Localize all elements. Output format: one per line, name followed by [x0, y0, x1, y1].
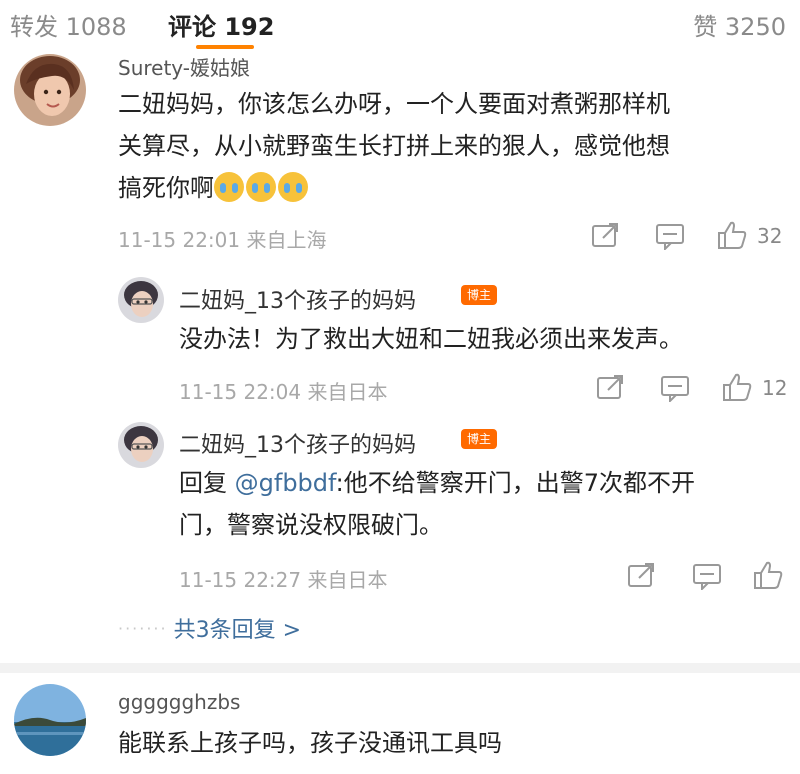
tab-comments[interactable]: 评论 192 — [168, 7, 274, 42]
comment-text-line: 关算尽，从小就野蛮生长打拼上来的狠人，感觉他想 — [118, 132, 670, 160]
comment-icon[interactable] — [655, 222, 685, 254]
avatar[interactable] — [118, 422, 164, 468]
divider — [0, 663, 800, 673]
comment-text: 能联系上孩子吗，孩子没通讯工具吗 — [118, 729, 502, 757]
comment-username[interactable]: gggggghzbs — [118, 690, 240, 714]
comment-text: 二妞妈妈，你该怎么办呀，一个人要面对煮粥那样机 关算尽，从小就野蛮生长打拼上来的… — [118, 83, 778, 209]
avatar[interactable] — [14, 54, 86, 126]
comment-username[interactable]: Surety-媛姑娘 — [118, 52, 250, 81]
reply-username[interactable]: 二妞妈_13个孩子的妈妈 — [179, 283, 416, 315]
comment-text-part: 搞死你啊 — [118, 174, 214, 202]
tab-forward[interactable]: 转发 1088 — [10, 7, 127, 42]
author-badge: 博主 — [461, 429, 497, 449]
comment-tabs: 转发 1088 评论 192 赞 3250 — [0, 0, 800, 50]
reply-meta: 11-15 22:04 来自日本 — [179, 380, 388, 404]
comment-icon[interactable] — [692, 562, 722, 594]
share-icon[interactable] — [627, 562, 657, 594]
comment-meta: 11-15 22:01 来自上海 — [118, 228, 327, 252]
author-badge: 博主 — [461, 285, 497, 305]
dots-icon: ······· — [118, 619, 168, 638]
like-icon[interactable] — [721, 372, 753, 406]
reply-text: 没办法！为了救出大妞和二妞我必须出来发声。 — [179, 325, 683, 353]
crying-emoji-icon — [214, 172, 244, 202]
comment-icon[interactable] — [660, 374, 690, 406]
comment-text-line: 二妞妈妈，你该怎么办呀，一个人要面对煮粥那样机 — [118, 90, 670, 118]
mention-link[interactable]: @gfbbdf — [235, 469, 336, 497]
more-replies-label: 共3条回复 > — [173, 618, 302, 643]
share-icon[interactable] — [591, 222, 621, 254]
like-count: 12 — [762, 376, 788, 400]
more-replies-link[interactable]: ······· 共3条回复 > — [118, 612, 301, 644]
reply-prefix: 回复 — [179, 469, 235, 497]
like-icon[interactable] — [752, 560, 784, 594]
crying-emoji-icon — [278, 172, 308, 202]
like-icon[interactable] — [716, 220, 748, 254]
share-icon[interactable] — [596, 374, 626, 406]
comment-text-line: 搞死你啊 — [118, 167, 778, 209]
crying-emoji-icon — [246, 172, 276, 202]
like-count: 32 — [757, 224, 783, 248]
reply-text-line: 回复 @gfbbdf:他不给警察开门，出警7次都不开 — [179, 462, 779, 504]
reply-username[interactable]: 二妞妈_13个孩子的妈妈 — [179, 427, 416, 459]
reply-meta: 11-15 22:27 来自日本 — [179, 568, 388, 592]
reply-text-line: 门，警察说没权限破门。 — [179, 511, 443, 539]
avatar[interactable] — [14, 684, 86, 756]
reply-text: 回复 @gfbbdf:他不给警察开门，出警7次都不开 门，警察说没权限破门。 — [179, 462, 779, 546]
active-tab-indicator — [196, 45, 254, 49]
reply-text-part: :他不给警察开门，出警7次都不开 — [335, 469, 695, 497]
tab-likes[interactable]: 赞 3250 — [693, 7, 786, 42]
avatar[interactable] — [118, 277, 164, 323]
